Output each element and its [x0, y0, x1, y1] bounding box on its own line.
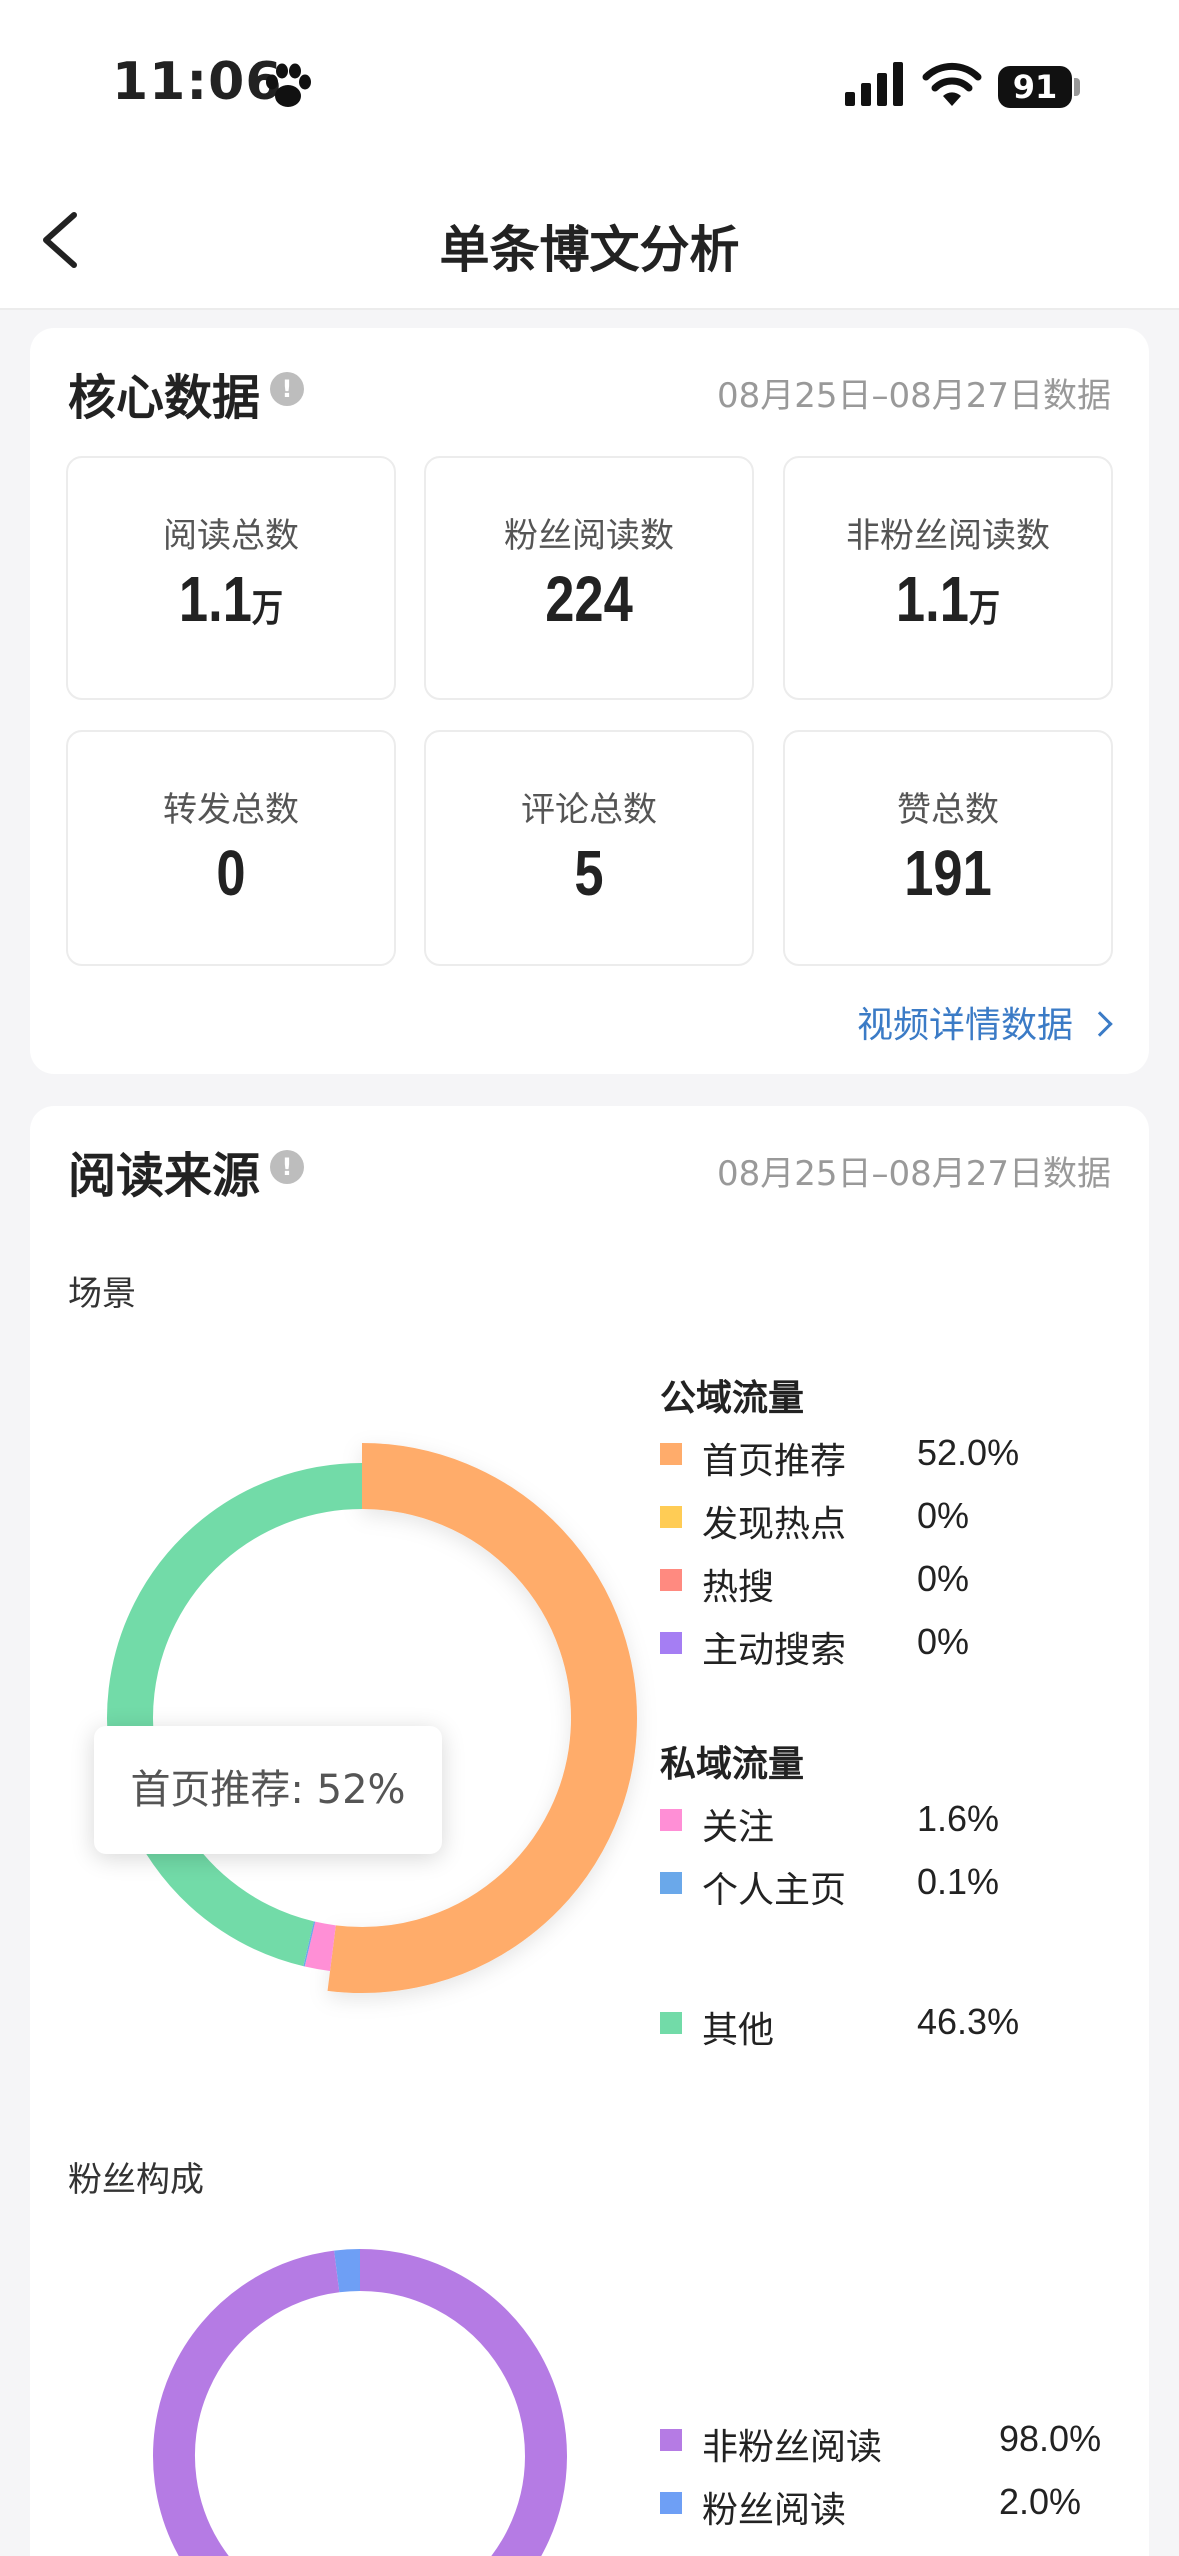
legend-value: 98.0%: [999, 2418, 1102, 2459]
legend-item-fans-1: 粉丝阅读 2.0%: [660, 2481, 1082, 2531]
stat-value: 5: [574, 837, 604, 909]
legend-swatch: [660, 1443, 682, 1465]
legend-item-fans-0: 非粉丝阅读 98.0%: [660, 2418, 1101, 2468]
status-time: 11:06: [112, 52, 283, 112]
paw-icon: [266, 63, 311, 107]
page-title: 单条博文分析: [439, 221, 740, 279]
info-icon[interactable]: !: [270, 1150, 304, 1184]
video-detail-label: 视频详情数据: [856, 1005, 1073, 1046]
legend-swatch: [660, 2429, 682, 2451]
legend-swatch: [660, 1569, 682, 1591]
legend-value: 0.1%: [917, 1861, 1000, 1902]
legend-value: 46.3%: [917, 2001, 1020, 2042]
legend-swatch: [660, 1809, 682, 1831]
legend-swatch: [660, 1872, 682, 1894]
legend-swatch: [660, 2012, 682, 2034]
legend-label: 其他: [702, 2010, 775, 2051]
stat-value: 224: [545, 563, 633, 635]
legend-value: 1.6%: [917, 1798, 1000, 1839]
nav-bar: 单条博文分析: [0, 170, 1179, 310]
legend-label: 主动搜索: [702, 1630, 847, 1671]
stat-label: 非粉丝阅读数: [846, 516, 1050, 556]
fans-composition-label: 粉丝构成: [68, 2160, 204, 2200]
legend-group-private: 私域流量: [660, 1744, 805, 1785]
battery-indicator: 91: [998, 66, 1072, 108]
core-data-card: 核心数据 ! 08月25日–08月27日数据 阅读总数 1.1万 粉丝阅读数 2…: [30, 328, 1149, 1074]
stat-fan-reads: 粉丝阅读数 224: [424, 456, 754, 700]
legend-label: 首页推荐: [702, 1441, 847, 1482]
legend-label: 关注: [702, 1807, 775, 1848]
stat-value: 0: [216, 837, 246, 909]
battery-nub: [1074, 78, 1080, 96]
core-data-title: 核心数据: [68, 370, 261, 426]
stat-reposts: 转发总数 0: [66, 730, 396, 966]
stat-label: 粉丝阅读数: [504, 516, 674, 556]
stat-label: 评论总数: [521, 790, 657, 830]
legend-value: 0%: [917, 1558, 970, 1599]
legend-item-scene-4: 关注 1.6%: [660, 1798, 1080, 1848]
legend-item-scene-3: 主动搜索 0%: [660, 1621, 1080, 1671]
legend-swatch: [660, 2492, 682, 2514]
legend-value: 0%: [917, 1621, 970, 1662]
stat-total-reads: 阅读总数 1.1万: [66, 456, 396, 700]
legend-value: 0%: [917, 1495, 970, 1536]
legend-label: 发现热点: [702, 1504, 847, 1545]
video-detail-link[interactable]: 视频详情数据: [856, 996, 1113, 1048]
stat-value: 1.1万: [178, 563, 284, 635]
stat-value: 1.1万: [895, 563, 1001, 635]
legend-group-public: 公域流量: [660, 1378, 805, 1419]
info-icon[interactable]: !: [270, 372, 304, 406]
stat-label: 赞总数: [897, 790, 999, 830]
legend-item-scene-0: 首页推荐 52.0%: [660, 1432, 1080, 1482]
wifi-icon: [922, 62, 982, 106]
legend-item-scene-5: 个人主页 0.1%: [660, 1861, 1080, 1911]
read-source-title: 阅读来源: [68, 1148, 261, 1204]
legend-label: 个人主页: [702, 1870, 847, 1911]
source-date-range: 08月25日–08月27日数据: [716, 1154, 1111, 1194]
status-bar: 11:06 91: [0, 0, 1179, 170]
stat-label: 转发总数: [163, 790, 299, 830]
legend-value: 52.0%: [917, 1432, 1020, 1473]
scene-label: 场景: [68, 1274, 136, 1314]
legend-swatch: [660, 1506, 682, 1528]
legend-label: 热搜: [702, 1567, 775, 1608]
stat-label: 阅读总数: [163, 516, 299, 556]
core-date-range: 08月25日–08月27日数据: [716, 376, 1111, 416]
stat-value: 191: [904, 837, 992, 909]
legend-label: 粉丝阅读: [702, 2490, 847, 2531]
legend-label: 非粉丝阅读: [702, 2427, 883, 2468]
legend-item-scene-1: 发现热点 0%: [660, 1495, 1080, 1545]
legend-swatch: [660, 1632, 682, 1654]
chevron-right-icon: [1087, 1011, 1113, 1037]
stat-likes: 赞总数 191: [783, 730, 1113, 966]
legend-item-scene-2: 热搜 0%: [660, 1558, 1080, 1608]
stat-comments: 评论总数 5: [424, 730, 754, 966]
chart-tooltip: 首页推荐: 52%: [94, 1726, 442, 1854]
legend-item-scene-6: 其他 46.3%: [660, 2001, 1080, 2051]
legend-value: 2.0%: [999, 2481, 1082, 2522]
signal-icon: [845, 62, 903, 106]
stat-nonfan-reads: 非粉丝阅读数 1.1万: [783, 456, 1113, 700]
